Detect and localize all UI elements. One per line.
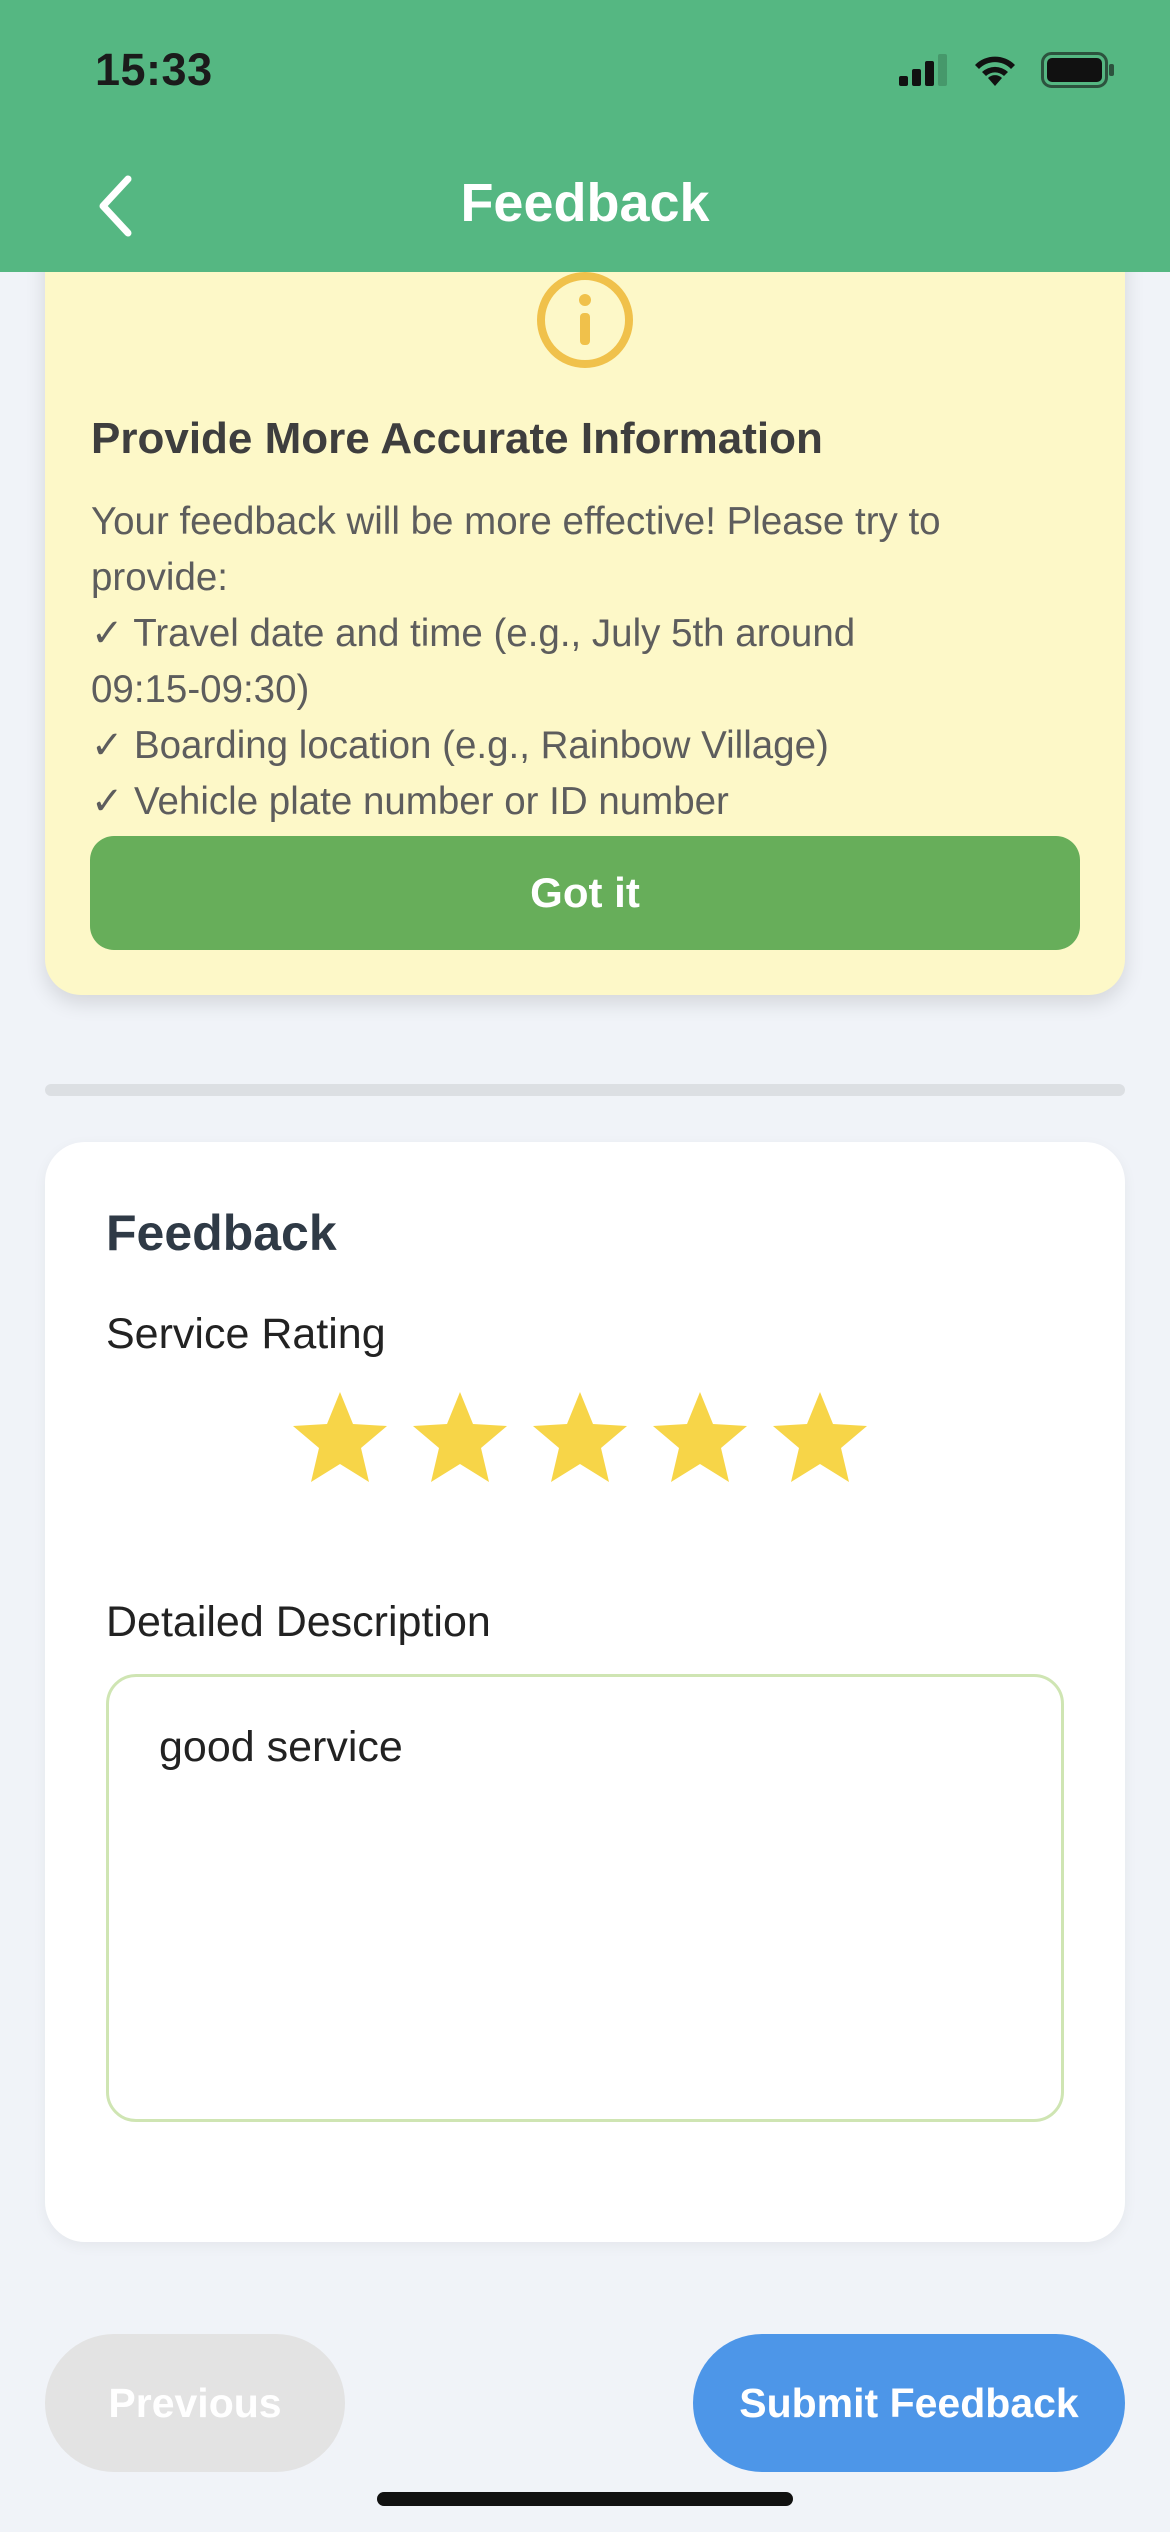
feedback-card: Feedback Service Rating Detailed Descrip…	[45, 1142, 1125, 2242]
service-rating-label: Service Rating	[106, 1310, 386, 1358]
tip-line: 09:15-09:30)	[91, 668, 310, 711]
tip-line: ✓ Vehicle plate number or ID number	[91, 780, 729, 823]
star-icon[interactable]	[530, 1388, 630, 1488]
star-icon[interactable]	[290, 1388, 390, 1488]
home-indicator	[377, 2492, 793, 2506]
tip-body: Your feedback will be more effective! Pl…	[91, 494, 1091, 830]
section-divider	[45, 1084, 1125, 1096]
app-header: 15:33 Feedback	[0, 0, 1170, 272]
tip-line: provide:	[91, 556, 228, 599]
star-icon[interactable]	[650, 1388, 750, 1488]
status-icons	[899, 52, 1115, 88]
description-input[interactable]	[106, 1674, 1064, 2122]
star-icon[interactable]	[410, 1388, 510, 1488]
star-icon[interactable]	[770, 1388, 870, 1488]
status-time: 15:33	[95, 44, 213, 95]
star-rating	[290, 1388, 870, 1488]
previous-button[interactable]: Previous	[45, 2334, 345, 2472]
wifi-icon	[975, 56, 1015, 86]
tip-card: Provide More Accurate Information Your f…	[45, 200, 1125, 995]
tip-title: Provide More Accurate Information	[91, 414, 823, 463]
battery-icon	[1041, 52, 1114, 88]
feedback-section-title: Feedback	[106, 1205, 337, 1261]
page-title: Feedback	[460, 173, 710, 233]
submit-feedback-button[interactable]: Submit Feedback	[693, 2334, 1125, 2472]
tip-line: ✓ Boarding location (e.g., Rainbow Villa…	[91, 724, 829, 767]
cellular-signal-icon	[899, 54, 947, 86]
tip-line: Your feedback will be more effective! Pl…	[91, 500, 941, 543]
info-circle-icon	[537, 272, 633, 368]
tip-line: ✓ Travel date and time (e.g., July 5th a…	[91, 612, 856, 655]
description-label: Detailed Description	[106, 1598, 491, 1646]
got-it-button[interactable]: Got it	[90, 836, 1080, 950]
